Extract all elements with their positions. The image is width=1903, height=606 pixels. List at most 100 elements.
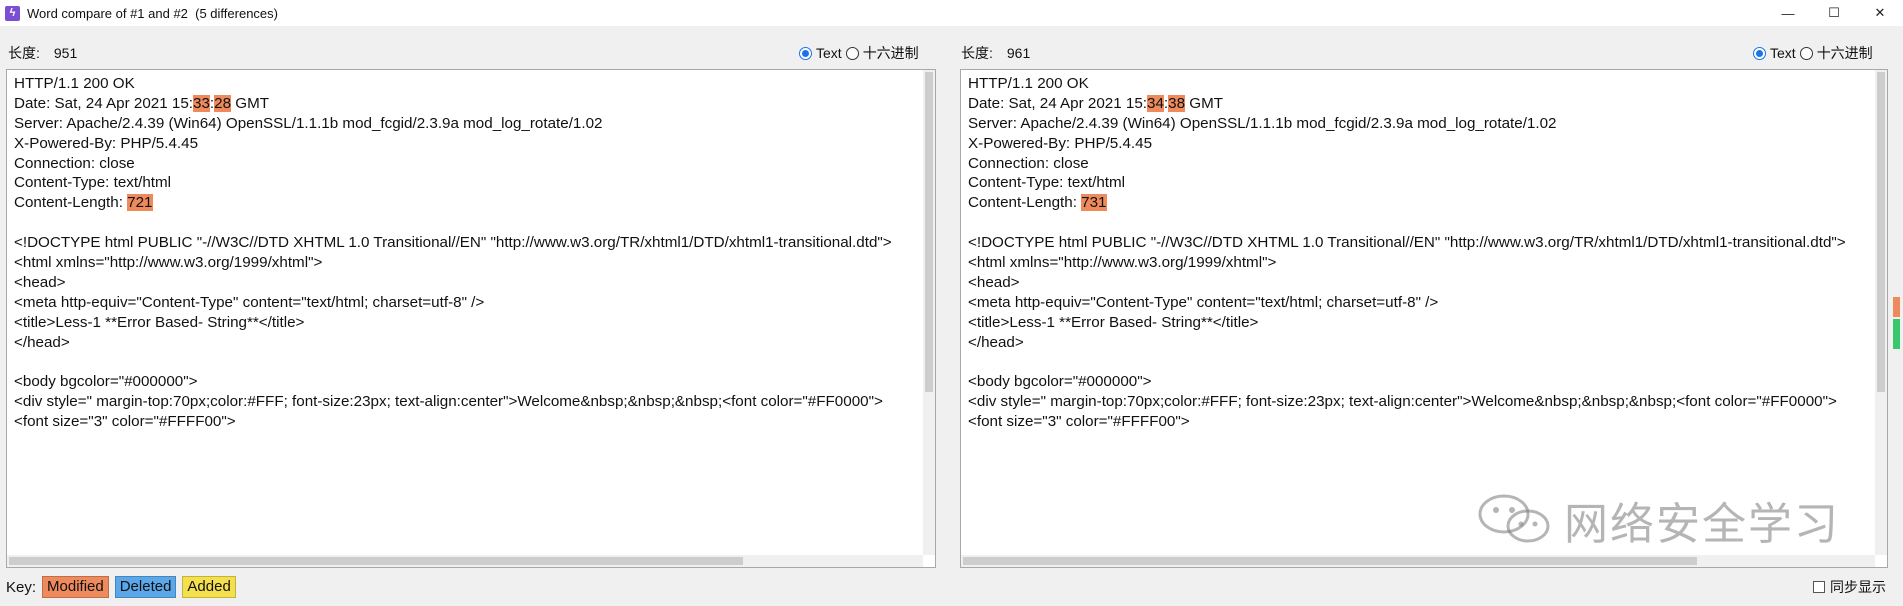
minimize-button[interactable]: — [1765, 0, 1811, 26]
line-text-segment: <div style=" margin-top:70px;color:#FFF;… [14, 393, 883, 411]
line-text-segment: X-Powered-By: PHP/5.4.45 [968, 134, 1153, 152]
line-text-segment: <meta http-equiv="Content-Type" content=… [968, 293, 1439, 311]
left-mode-group: Text 十六进制 [795, 42, 919, 64]
right-length-label: 长度: [961, 45, 993, 61]
text-line: <div style=" margin-top:70px;color:#FFF;… [968, 392, 1875, 412]
sync-display-label: 同步显示 [1830, 579, 1886, 595]
modified-diff-segment: 38 [1168, 94, 1186, 112]
line-text-segment: Server: Apache/2.4.39 (Win64) OpenSSL/1.… [968, 114, 1557, 132]
text-line: HTTP/1.1 200 OK [968, 74, 1875, 94]
left-length-label: 长度: [8, 45, 40, 61]
text-line: Server: Apache/2.4.39 (Win64) OpenSSL/1.… [14, 114, 923, 134]
text-line: Content-Type: text/html [968, 173, 1875, 193]
left-text-radio-label: Text [816, 45, 842, 61]
text-line: <!DOCTYPE html PUBLIC "-//W3C//DTD XHTML… [14, 233, 923, 253]
right-text-radio-label: Text [1770, 45, 1796, 61]
text-line: </head> [14, 333, 923, 353]
line-text-segment: HTTP/1.1 200 OK [14, 75, 135, 92]
text-line: Server: Apache/2.4.39 (Win64) OpenSSL/1.… [968, 114, 1875, 134]
text-line: <head> [968, 273, 1875, 293]
key-added: Added [182, 576, 236, 598]
text-line: <meta http-equiv="Content-Type" content=… [14, 293, 923, 313]
text-line: <body bgcolor="#000000"> [14, 372, 923, 392]
line-text-segment: <!DOCTYPE html PUBLIC "-//W3C//DTD XHTML… [968, 234, 1846, 252]
lightning-icon: ϟ [5, 5, 20, 21]
right-vertical-scrollbar[interactable] [1875, 70, 1887, 555]
modified-diff-segment: 34 [1147, 94, 1164, 112]
line-text-segment: <title>Less-1 **Error Based- String**</t… [14, 313, 305, 331]
line-text-segment: <title>Less-1 **Error Based- String**</t… [968, 313, 1259, 331]
legend-key: Key: Modified Deleted Added [6, 576, 236, 598]
text-line: Connection: close [968, 154, 1875, 174]
right-hex-radio-option[interactable]: 十六进制 [1799, 43, 1873, 63]
left-length-row: 长度: 951 [8, 42, 77, 64]
left-vertical-scroll-thumb[interactable] [925, 72, 933, 392]
line-text-segment: Content-Type: text/html [968, 174, 1126, 192]
left-text-radio[interactable] [799, 46, 812, 60]
text-line: <meta http-equiv="Content-Type" content=… [968, 293, 1875, 313]
line-text-segment: Date: Sat, 24 Apr 2021 15: [968, 94, 1148, 112]
window-controls: — ☐ ✕ [1765, 0, 1903, 26]
text-line [968, 352, 1875, 372]
close-button[interactable]: ✕ [1857, 0, 1903, 26]
text-line: <font size="3" color="#FFFF00"> [14, 412, 923, 432]
right-text-radio-option[interactable]: Text [1753, 45, 1796, 61]
right-horizontal-scroll-thumb[interactable] [963, 557, 1697, 565]
key-deleted: Deleted [114, 576, 177, 598]
line-text-segment: <head> [968, 273, 1020, 291]
text-line: <html xmlns="http://www.w3.org/1999/xhtm… [968, 253, 1875, 273]
overview-modified-marker[interactable] [1893, 297, 1900, 317]
right-vertical-scroll-thumb[interactable] [1877, 72, 1885, 392]
text-line: <title>Less-1 **Error Based- String**</t… [14, 313, 923, 333]
text-line: X-Powered-By: PHP/5.4.45 [14, 134, 923, 154]
left-vertical-scrollbar[interactable] [923, 70, 935, 555]
text-line: <head> [14, 273, 923, 293]
line-text-segment: X-Powered-By: PHP/5.4.45 [14, 134, 199, 152]
maximize-button[interactable]: ☐ [1811, 0, 1857, 26]
line-text-segment: GMT [1185, 94, 1224, 112]
text-line: <div style=" margin-top:70px;color:#FFF;… [14, 392, 923, 412]
left-text-radio-option[interactable]: Text [799, 45, 842, 61]
text-line: <!DOCTYPE html PUBLIC "-//W3C//DTD XHTML… [968, 233, 1875, 253]
sync-display-option[interactable]: 同步显示 [1813, 577, 1886, 597]
text-line: <body bgcolor="#000000"> [968, 372, 1875, 392]
line-text-segment: Content-Length: [968, 194, 1082, 212]
modified-diff-segment: 721 [127, 194, 153, 212]
left-hex-radio-label: 十六进制 [862, 45, 919, 61]
key-label: Key: [6, 578, 37, 596]
right-hex-radio[interactable] [1799, 46, 1813, 60]
line-text-segment: Server: Apache/2.4.39 (Win64) OpenSSL/1.… [14, 114, 603, 132]
diff-overview-strip[interactable] [1890, 69, 1903, 568]
line-text-segment: <meta http-equiv="Content-Type" content=… [14, 293, 485, 311]
left-text-pane[interactable]: HTTP/1.1 200 OK Date: Sat, 24 Apr 2021 15… [6, 69, 936, 568]
window-title: Word compare of #1 and #2 (5 differences… [27, 5, 278, 21]
modified-diff-segment: 33 [193, 94, 210, 112]
right-text-content[interactable]: HTTP/1.1 200 OK Date: Sat, 24 Apr 2021 15… [961, 70, 1875, 555]
left-text-content[interactable]: HTTP/1.1 200 OK Date: Sat, 24 Apr 2021 15… [7, 70, 923, 555]
line-text-segment: Content-Length: [14, 194, 128, 212]
right-length-row: 长度: 961 [961, 42, 1030, 64]
right-text-radio[interactable] [1753, 46, 1766, 60]
right-hex-radio-label: 十六进制 [1816, 45, 1873, 61]
line-text-segment: HTTP/1.1 200 OK [968, 75, 1089, 92]
title-bar: ϟ Word compare of #1 and #2 (5 differenc… [0, 0, 1903, 26]
overview-added-marker[interactable] [1893, 319, 1900, 349]
right-length-value: 961 [1006, 45, 1031, 61]
text-line: Connection: close [14, 154, 923, 174]
line-text-segment: <font size="3" color="#FFFF00"> [968, 413, 1190, 431]
line-text-segment: Content-Type: text/html [14, 174, 172, 192]
text-line: <font size="3" color="#FFFF00"> [968, 412, 1875, 432]
line-text-segment: </head> [14, 333, 70, 351]
left-hex-radio-option[interactable]: 十六进制 [845, 43, 919, 63]
line-text-segment: Connection: close [14, 154, 135, 172]
line-text-segment: <div style=" margin-top:70px;color:#FFF;… [968, 393, 1837, 411]
right-text-pane[interactable]: HTTP/1.1 200 OK Date: Sat, 24 Apr 2021 15… [960, 69, 1888, 568]
text-line: </head> [968, 333, 1875, 353]
right-horizontal-scrollbar[interactable] [961, 555, 1875, 567]
left-horizontal-scroll-thumb[interactable] [9, 557, 743, 565]
left-horizontal-scrollbar[interactable] [7, 555, 923, 567]
key-modified: Modified [42, 576, 109, 598]
text-line [14, 213, 923, 233]
left-hex-radio[interactable] [845, 46, 859, 60]
sync-display-checkbox[interactable] [1813, 581, 1825, 593]
